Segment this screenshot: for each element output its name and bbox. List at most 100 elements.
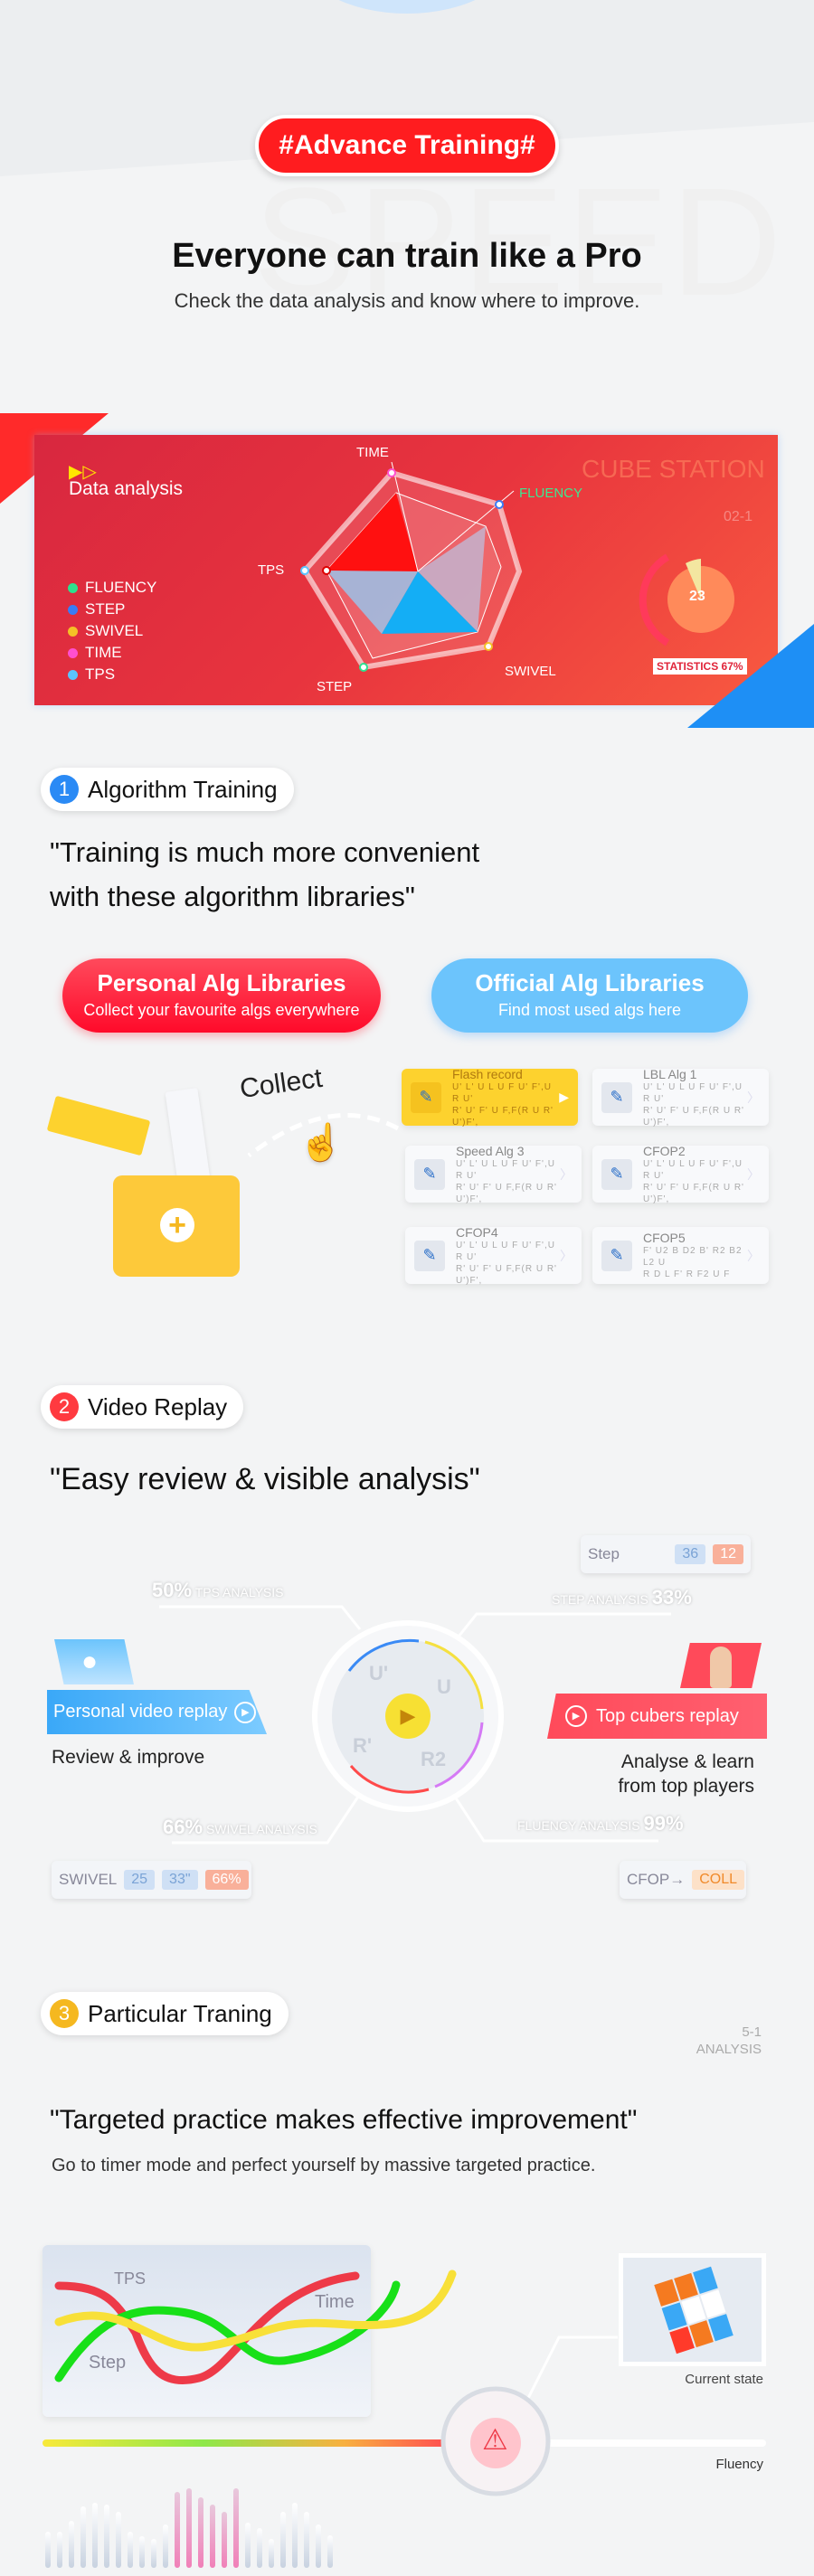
button-subtitle: Collect your favourite algs everywhere	[83, 1001, 360, 1019]
wave-bar	[104, 2505, 109, 2568]
section-number: 1	[50, 775, 79, 804]
alg-card[interactable]: ✎ CFOP4 U' L' U L U F U' F',U R U' R' U' F'…	[405, 1224, 582, 1286]
stat-label: SWIVEL	[59, 1871, 118, 1888]
chevron-right-icon: 〉	[747, 1248, 760, 1263]
alg-card[interactable]: ✎ CFOP5 F' U2 B D2 B' R2 B2 L2 UR D L F' R…	[592, 1227, 769, 1284]
move-label: U'	[369, 1662, 389, 1684]
move-label: R2	[421, 1748, 447, 1770]
stat-chip: 25	[124, 1870, 156, 1890]
alg-moves: R D L F' R F2 U F	[643, 1269, 731, 1279]
top-cubers-replay-button[interactable]: ▶ Top cubers replay	[547, 1694, 767, 1739]
alg-name: CFOP4	[456, 1224, 498, 1240]
wave-bar	[128, 2532, 133, 2568]
wave-bar	[198, 2497, 204, 2568]
alg-moves: U' L' U L U F U' F',U R U'	[452, 1081, 552, 1104]
axis-label-step: STEP	[317, 679, 353, 694]
alg-moves: R' U' F' U F,F(R U R' U')F',	[456, 1182, 557, 1204]
wave-bar	[269, 2539, 274, 2568]
person-icon	[710, 1647, 732, 1688]
button-title: Personal Alg Libraries	[97, 969, 346, 996]
statistics-badge: STATISTICS 67%	[653, 658, 747, 675]
wave-bar	[80, 2506, 86, 2568]
folder-icon: +	[113, 1175, 240, 1277]
cfop-stat-box: CFOP→ COLL	[620, 1861, 746, 1899]
chevron-right-icon: 〉	[747, 1090, 760, 1105]
current-state-box	[619, 2253, 766, 2366]
section-number: 3	[50, 1999, 79, 2028]
pencil-icon: ✎	[601, 1158, 632, 1190]
section-quote: "Targeted practice makes effective impro…	[50, 2105, 638, 2135]
play-button[interactable]: ▶	[385, 1694, 431, 1739]
official-alg-libraries-button[interactable]: Official Alg Libraries Find most used al…	[431, 958, 748, 1033]
alg-moves: R' U' F' U F,F(R U R' U')F',	[643, 1182, 744, 1204]
wave-bar	[45, 2532, 51, 2568]
fluency-bar-track	[543, 2439, 766, 2447]
top-cuber-photo	[680, 1643, 762, 1688]
quote-line: "Training is much more convenient	[50, 836, 480, 868]
axis-label-tps: TPS	[258, 562, 285, 578]
section-number: 2	[50, 1392, 79, 1421]
swivel-stat-box: SWIVEL 25 33" 66%	[52, 1861, 251, 1899]
cube-icon	[654, 2266, 734, 2354]
personal-video-replay-button[interactable]: Personal video replay ▶	[47, 1690, 267, 1734]
alg-moves: F' U2 B D2 B' R2 B2 L2 U	[643, 1246, 743, 1268]
wave-bar	[316, 2524, 321, 2568]
alg-name: Speed Alg 3	[456, 1143, 525, 1158]
personal-alg-libraries-button[interactable]: Personal Alg Libraries Collect your favo…	[62, 958, 381, 1033]
collect-label: Collect	[238, 1062, 325, 1105]
section-quote: "Easy review & visible analysis"	[50, 1462, 480, 1496]
personal-caption: Review & improve	[52, 1747, 205, 1768]
button-label: Personal video replay	[53, 1702, 228, 1722]
fluency-bar-fill	[43, 2439, 445, 2447]
wave-bar	[292, 2503, 298, 2568]
button-title: Official Alg Libraries	[475, 969, 705, 996]
section-header-algorithm-training: 1 Algorithm Training	[41, 768, 294, 811]
analysis-code: 5-1 ANALYSIS	[696, 2024, 762, 2058]
caption-line: from top players	[618, 1776, 754, 1797]
user-avatar-tile: ●	[54, 1639, 134, 1684]
curve-label-step: Step	[89, 2353, 127, 2373]
wave-bar	[163, 2524, 168, 2568]
pencil-icon: ✎	[414, 1240, 445, 1271]
alg-card[interactable]: ✎ Flash record U' L' U L U F U' F',U R U' R…	[402, 1066, 578, 1128]
curve-label-tps: TPS	[114, 2269, 147, 2288]
donut-value: 23	[689, 589, 705, 604]
wave-bar	[210, 2505, 215, 2568]
stat-chip: COLL	[692, 1870, 745, 1890]
chevron-right-icon: 〉	[560, 1166, 573, 1182]
wave-bar	[69, 2521, 74, 2568]
alg-moves: R' U' F' U F,F(R U R' U')F',	[643, 1105, 744, 1128]
play-circle-icon: ▶	[565, 1705, 587, 1727]
curve-label-time: Time	[315, 2292, 355, 2312]
radar-point	[495, 500, 504, 509]
axis-label-fluency: FLUENCY	[519, 486, 583, 501]
alg-name: Flash record	[452, 1066, 523, 1081]
caption-line: Analyse & learn	[620, 1751, 754, 1772]
stat-chip: 66%	[204, 1870, 249, 1890]
radar-point	[387, 468, 396, 477]
wave-bar	[327, 2535, 333, 2568]
wave-bar	[222, 2512, 227, 2568]
wave-bar	[175, 2492, 180, 2568]
chevron-right-icon: 〉	[747, 1166, 760, 1182]
radar-point	[484, 642, 493, 651]
pencil-icon: ✎	[601, 1081, 632, 1113]
alg-name: LBL Alg 1	[643, 1066, 697, 1081]
alg-card[interactable]: ✎ Speed Alg 3 U' L' U L U F U' F',U R U' R'…	[405, 1143, 582, 1204]
cube-image	[623, 2258, 762, 2362]
chevron-right-icon: 〉	[560, 1248, 573, 1263]
alg-moves: R' U' F' U F,F(R U R' U')F',	[456, 1263, 557, 1286]
quote-line: with these algorithm libraries"	[50, 881, 415, 912]
alg-card[interactable]: ✎ CFOP2 U' L' U L U F U' F',U R U' R' U' F'…	[592, 1144, 769, 1204]
wave-bar	[245, 2523, 251, 2568]
stat-chip: 33"	[162, 1870, 198, 1890]
wave-bar	[186, 2488, 192, 2568]
section-subtitle: Go to timer mode and perfect yourself by…	[52, 2156, 596, 2175]
alg-card[interactable]: ✎ LBL Alg 1 U' L' U L U F U' F',U R U' R' U…	[592, 1066, 769, 1128]
alg-name: CFOP5	[643, 1231, 686, 1245]
top-caption: Analyse & learn from top players	[618, 1750, 754, 1798]
alg-moves: U' L' U L U F U' F',U R U'	[643, 1081, 743, 1104]
section-title: Algorithm Training	[88, 775, 278, 803]
pencil-icon: ✎	[414, 1158, 445, 1190]
play-circle-icon: ▶	[234, 1701, 257, 1723]
